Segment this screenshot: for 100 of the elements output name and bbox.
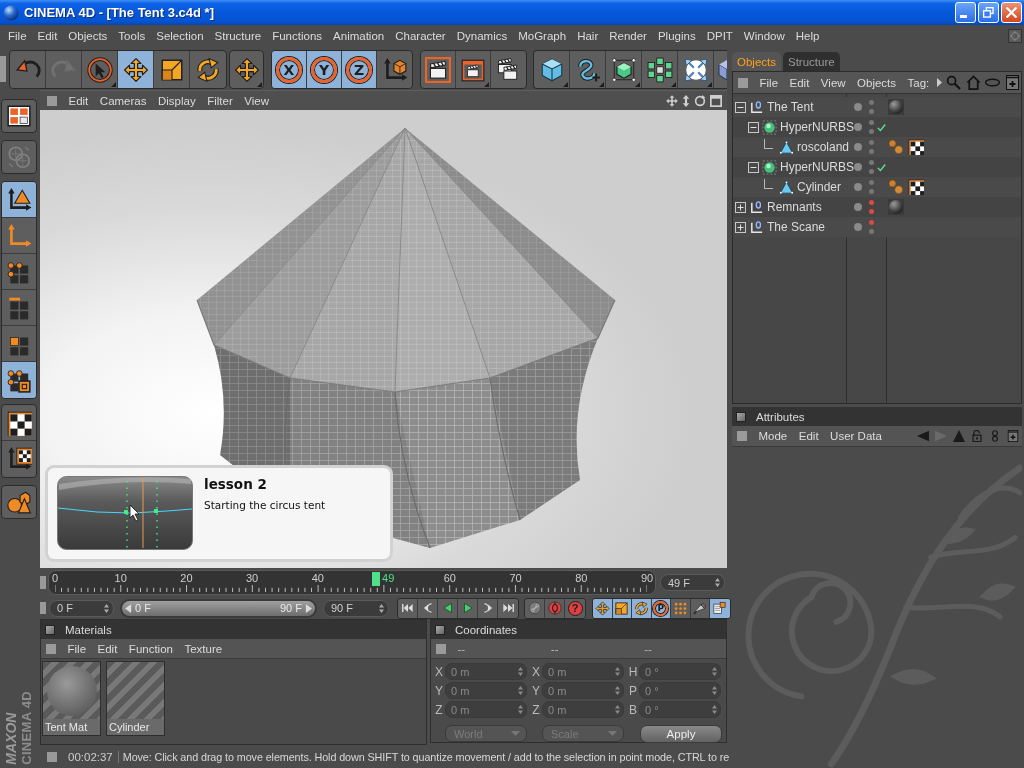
spinner-icon[interactable]: [712, 705, 717, 714]
left-arrow-icon[interactable]: [917, 430, 929, 442]
render-visibility-dot-icon[interactable]: [869, 189, 874, 194]
menu-item[interactable]: Hair: [577, 30, 599, 42]
padlock-icon[interactable]: [971, 430, 983, 442]
menu-item[interactable]: Tools: [118, 30, 146, 42]
editor-visibility-dot-icon[interactable]: [869, 180, 874, 185]
grip-icon[interactable]: [47, 95, 57, 106]
dot-icon[interactable]: [854, 223, 862, 231]
menu-item[interactable]: Character: [395, 30, 446, 42]
square-icon[interactable]: [45, 624, 55, 635]
grip-icon[interactable]: [47, 751, 57, 762]
render-visibility-dot-icon[interactable]: [869, 109, 874, 114]
window-plus-icon[interactable]: [1004, 75, 1020, 90]
position-key-button[interactable]: [593, 598, 613, 618]
menu-item[interactable]: Texture: [184, 642, 223, 655]
menu-item[interactable]: Animation: [333, 30, 385, 42]
spinner-icon[interactable]: [615, 686, 620, 695]
spinner-icon[interactable]: [379, 603, 384, 613]
axis-move-button[interactable]: [229, 50, 264, 89]
search-icon[interactable]: [946, 75, 962, 90]
render-visibility-dot-icon[interactable]: [869, 169, 874, 174]
panel-tab[interactable]: Structure: [783, 52, 840, 71]
menu-item[interactable]: Functions: [272, 30, 323, 42]
apply-button[interactable]: Apply: [640, 724, 722, 743]
checker-icon[interactable]: [908, 139, 924, 155]
y-axis-button[interactable]: Y: [307, 51, 342, 88]
material-swatch[interactable]: Cylinder: [106, 661, 165, 736]
window-plus-icon[interactable]: [1007, 430, 1019, 442]
sphere-icon[interactable]: [888, 99, 904, 115]
playhead[interactable]: [372, 572, 381, 586]
grip-icon[interactable]: [738, 77, 748, 88]
editor-visibility-dot-icon[interactable]: [869, 140, 874, 145]
menu-item[interactable]: User Data: [830, 430, 882, 442]
editor-visibility-dot-icon[interactable]: [869, 120, 874, 125]
expand-toggle-icon[interactable]: [735, 101, 746, 113]
scale-key-button[interactable]: [612, 598, 632, 618]
render-visibility-dot-icon[interactable]: [869, 149, 874, 154]
object-name[interactable]: The Scane: [767, 220, 826, 234]
menu-item[interactable]: Edit: [68, 94, 89, 107]
grip-icon[interactable]: [0, 56, 6, 82]
menu-item[interactable]: Cameras: [99, 94, 147, 107]
object-name[interactable]: The Tent: [767, 100, 814, 114]
grip-icon[interactable]: [46, 643, 56, 654]
menu-item[interactable]: Dynamics: [456, 30, 508, 42]
end-frame-field[interactable]: 90 F: [323, 599, 389, 617]
menu-item[interactable]: Edit: [37, 30, 58, 42]
expand-toggle-icon[interactable]: [748, 161, 759, 173]
object-name[interactable]: HyperNURBS: [780, 160, 854, 174]
viewport[interactable]: lesson 2 Starting the circus tent: [40, 110, 727, 568]
dot-icon[interactable]: [854, 183, 862, 191]
render-visibility-dot-icon[interactable]: [869, 209, 874, 214]
crosshair-icon[interactable]: [1008, 29, 1022, 43]
expand-toggle-icon[interactable]: [735, 221, 746, 233]
uv-points-mode-button[interactable]: [2, 362, 36, 398]
material-swatch[interactable]: Tent Mat: [42, 661, 101, 736]
menu-item[interactable]: Edit: [798, 430, 819, 442]
more-arrow-icon[interactable]: [936, 78, 942, 87]
editor-visibility-dot-icon[interactable]: [869, 220, 874, 225]
spinner-icon[interactable]: [615, 667, 620, 676]
menu-item[interactable]: Function: [128, 642, 173, 655]
spinner-icon[interactable]: [712, 686, 717, 695]
lesson-card[interactable]: lesson 2 Starting the circus tent: [45, 465, 393, 562]
minimize-button[interactable]: [955, 2, 976, 23]
grip-icon[interactable]: [737, 431, 747, 441]
spinner-icon[interactable]: [715, 578, 720, 587]
checker-icon[interactable]: [908, 179, 924, 195]
move-tool-button[interactable]: [118, 51, 154, 88]
menu-item[interactable]: View: [244, 94, 269, 107]
object-name[interactable]: roscoland: [797, 140, 850, 154]
grip-icon[interactable]: [40, 576, 46, 589]
object-name[interactable]: Remnants: [767, 200, 822, 214]
menu-item[interactable]: File: [67, 642, 87, 655]
menu-item[interactable]: Help: [795, 30, 820, 42]
spinner-icon[interactable]: [615, 705, 620, 714]
menu-item[interactable]: File: [759, 76, 779, 89]
up-arrow-icon[interactable]: [953, 430, 965, 442]
record-button[interactable]: [545, 598, 565, 618]
primitives-button[interactable]: [1, 485, 37, 519]
spinner-icon[interactable]: [518, 705, 523, 714]
menu-item[interactable]: View: [820, 76, 846, 89]
left-arrow-icon[interactable]: [125, 603, 132, 613]
editor-visibility-dot-icon[interactable]: [869, 160, 874, 165]
menu-item[interactable]: Objects: [857, 76, 897, 89]
right-arrow-icon[interactable]: [305, 603, 312, 613]
dot-icon[interactable]: [854, 163, 862, 171]
viewport-layout-button[interactable]: [1, 99, 37, 133]
spinner-icon[interactable]: [712, 667, 717, 676]
checkmark-icon[interactable]: [877, 122, 886, 132]
start-frame-field[interactable]: 0 F: [49, 599, 114, 617]
grip-icon[interactable]: [40, 602, 46, 614]
rotation-key-button[interactable]: [632, 598, 652, 618]
render-visibility-dot-icon[interactable]: [869, 129, 874, 134]
menu-item[interactable]: Selection: [156, 30, 204, 42]
z-axis-button[interactable]: Z: [342, 51, 377, 88]
spinner-icon[interactable]: [518, 667, 523, 676]
dot-icon[interactable]: [854, 103, 862, 111]
rings-icon[interactable]: [989, 430, 1001, 442]
four-arrows-icon[interactable]: [666, 94, 678, 107]
spinner-icon[interactable]: [104, 603, 109, 613]
